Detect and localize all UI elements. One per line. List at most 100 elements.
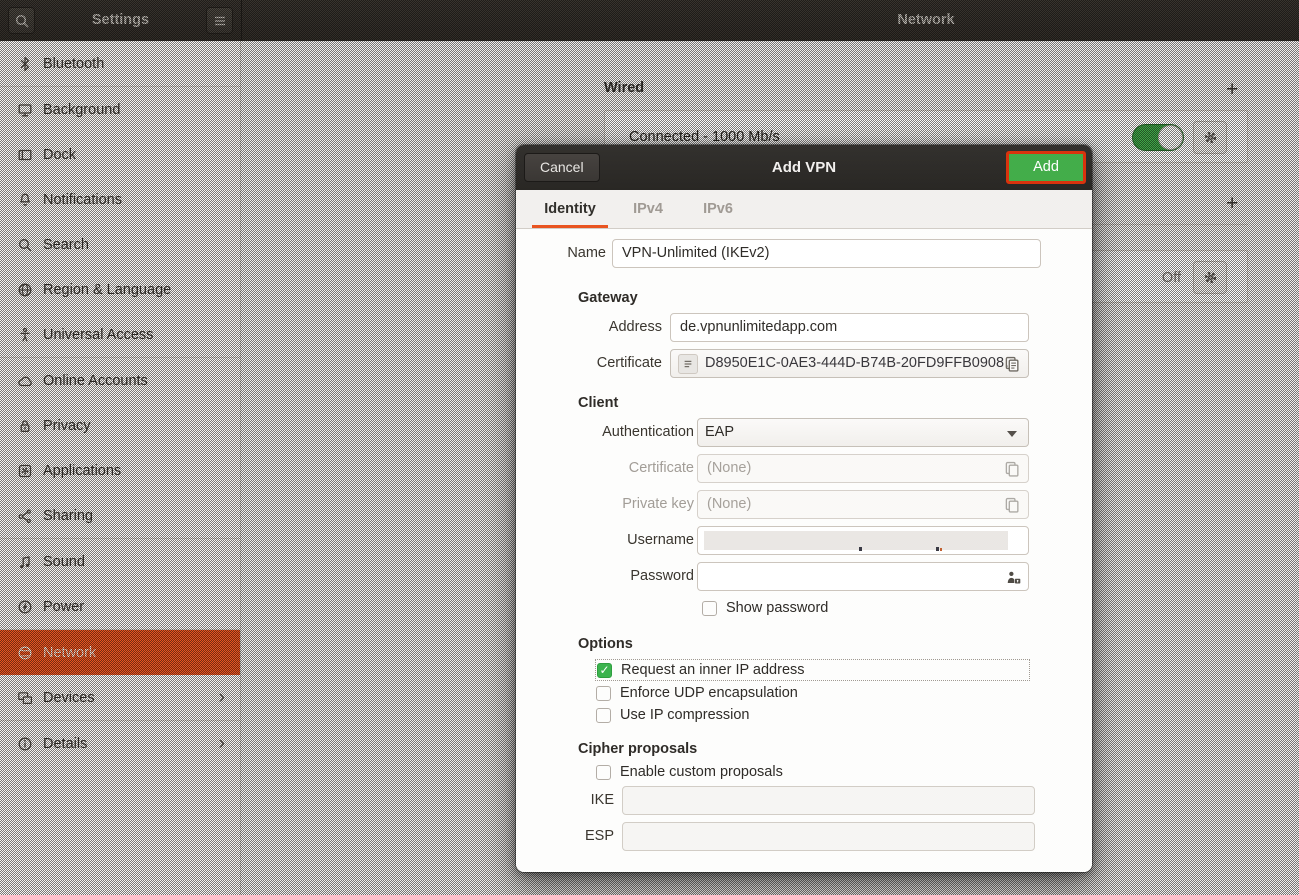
password-input[interactable] bbox=[697, 562, 1029, 591]
sidebar-item-network[interactable]: Network bbox=[0, 630, 240, 675]
authentication-select[interactable]: EAP bbox=[697, 418, 1029, 447]
unchecked-checkbox[interactable] bbox=[596, 686, 611, 701]
sidebar-item-background[interactable]: Background bbox=[0, 87, 240, 132]
username-label: Username bbox=[516, 532, 694, 548]
ike-input[interactable] bbox=[622, 786, 1035, 815]
add-vpn-button[interactable]: + bbox=[1226, 194, 1238, 214]
sidebar-item-label: Devices bbox=[43, 690, 95, 706]
unchecked-checkbox[interactable] bbox=[596, 708, 611, 723]
add-wired-button[interactable]: + bbox=[1226, 80, 1238, 100]
option-request-inner-ip[interactable]: Request an inner IP address bbox=[595, 659, 1030, 681]
enable-custom-proposals-row[interactable]: Enable custom proposals bbox=[596, 764, 783, 780]
sidebar-item-universal-access[interactable]: Universal Access bbox=[0, 312, 240, 357]
sidebar-item-details[interactable]: Details › bbox=[0, 721, 240, 766]
wired-section-heading: Wired bbox=[604, 80, 644, 96]
sidebar-item-label: Sound bbox=[43, 554, 85, 570]
dialog-headerbar: Add VPN Cancel Add bbox=[516, 145, 1092, 190]
sidebar: Bluetooth Background Dock Notifications … bbox=[0, 41, 241, 895]
document-icon bbox=[678, 354, 698, 374]
sidebar-item-sharing[interactable]: Sharing bbox=[0, 493, 240, 538]
show-password-checkbox[interactable] bbox=[702, 601, 717, 616]
sidebar-item-power[interactable]: Power bbox=[0, 584, 240, 629]
gateway-heading: Gateway bbox=[578, 290, 638, 306]
client-heading: Client bbox=[578, 395, 618, 411]
sidebar-item-devices[interactable]: Devices › bbox=[0, 675, 240, 720]
address-label: Address bbox=[516, 319, 662, 335]
universal-access-icon bbox=[17, 327, 33, 343]
dialog-tabs: Identity IPv4 IPv6 bbox=[516, 190, 1092, 229]
checked-checkbox[interactable] bbox=[597, 663, 612, 678]
sidebar-item-label: Power bbox=[43, 599, 84, 615]
sidebar-item-label: Bluetooth bbox=[43, 56, 104, 72]
gateway-certificate-label: Certificate bbox=[516, 355, 662, 371]
sidebar-item-online-accounts[interactable]: Online Accounts bbox=[0, 358, 240, 403]
sidebar-item-applications[interactable]: Applications bbox=[0, 448, 240, 493]
dock-icon bbox=[17, 147, 33, 163]
toggle-knob bbox=[1158, 125, 1183, 150]
add-vpn-dialog: Add VPN Cancel Add Identity IPv4 IPv6 Na… bbox=[516, 145, 1092, 872]
cipher-proposals-heading: Cipher proposals bbox=[578, 741, 697, 757]
unchecked-checkbox[interactable] bbox=[596, 765, 611, 780]
tab-ipv6[interactable]: IPv6 bbox=[688, 190, 748, 228]
sidebar-item-label: Notifications bbox=[43, 192, 122, 208]
network-panel-title: Network bbox=[897, 0, 954, 41]
details-icon bbox=[17, 736, 33, 752]
address-input[interactable]: de.vpnunlimitedapp.com bbox=[670, 313, 1029, 342]
option-ip-compression[interactable]: Use IP compression bbox=[596, 707, 749, 723]
cancel-button[interactable]: Cancel bbox=[524, 153, 600, 182]
sidebar-item-search[interactable]: Search bbox=[0, 222, 240, 267]
sound-icon bbox=[17, 554, 33, 570]
enable-custom-proposals-label: Enable custom proposals bbox=[620, 764, 783, 780]
gateway-certificate-chooser[interactable]: D8950E1C-0AE3-444D-B74B-20FD9FFB0908… bbox=[670, 349, 1029, 378]
sidebar-item-bluetooth[interactable]: Bluetooth bbox=[0, 41, 240, 86]
sidebar-item-label: Dock bbox=[43, 147, 76, 163]
text-fragment bbox=[859, 547, 862, 551]
name-label: Name bbox=[516, 245, 606, 261]
esp-input[interactable] bbox=[622, 822, 1035, 851]
sidebar-item-sound[interactable]: Sound bbox=[0, 539, 240, 584]
username-redaction-block bbox=[704, 531, 1008, 550]
username-input[interactable] bbox=[697, 526, 1029, 555]
proxy-settings-button[interactable] bbox=[1193, 261, 1227, 294]
sidebar-item-label: Background bbox=[43, 102, 120, 118]
options-heading: Options bbox=[578, 636, 633, 652]
sidebar-headerbar: Settings bbox=[0, 0, 242, 41]
sidebar-item-region-language[interactable]: Region & Language bbox=[0, 267, 240, 312]
tab-identity[interactable]: Identity bbox=[532, 190, 608, 228]
show-password-label: Show password bbox=[726, 600, 828, 616]
option-label: Enforce UDP encapsulation bbox=[620, 685, 798, 701]
sidebar-item-label: Search bbox=[43, 237, 89, 253]
option-enforce-udp[interactable]: Enforce UDP encapsulation bbox=[596, 685, 798, 701]
sidebar-item-privacy[interactable]: Privacy bbox=[0, 403, 240, 448]
clipboard-icon bbox=[1003, 496, 1021, 514]
private-key-value: (None) bbox=[707, 496, 751, 512]
gateway-certificate-value: D8950E1C-0AE3-444D-B74B-20FD9FFB0908… bbox=[705, 350, 1019, 377]
applications-icon bbox=[17, 463, 33, 479]
show-password-row[interactable]: Show password bbox=[702, 600, 828, 616]
wired-settings-button[interactable] bbox=[1193, 121, 1227, 154]
tab-ipv4[interactable]: IPv4 bbox=[618, 190, 678, 228]
bluetooth-icon bbox=[17, 56, 33, 72]
esp-label: ESP bbox=[516, 828, 614, 844]
sidebar-item-label: Details bbox=[43, 736, 87, 752]
name-input[interactable]: VPN-Unlimited (IKEv2) bbox=[612, 239, 1041, 268]
password-auth-icon[interactable] bbox=[1005, 569, 1022, 586]
gear-icon bbox=[1202, 129, 1219, 146]
proxy-status: Off bbox=[1162, 251, 1181, 304]
sharing-icon bbox=[17, 508, 33, 524]
chevron-down-icon bbox=[1007, 431, 1017, 437]
privacy-icon bbox=[17, 418, 33, 434]
add-button[interactable]: Add bbox=[1006, 151, 1086, 184]
hamburger-icon bbox=[212, 13, 228, 29]
chevron-right-icon: › bbox=[219, 734, 225, 753]
sidebar-item-notifications[interactable]: Notifications bbox=[0, 177, 240, 222]
menu-button[interactable] bbox=[206, 7, 233, 34]
clipboard-icon bbox=[1003, 355, 1021, 373]
sidebar-item-label: Sharing bbox=[43, 508, 93, 524]
authentication-value: EAP bbox=[705, 419, 734, 446]
sidebar-item-dock[interactable]: Dock bbox=[0, 132, 240, 177]
password-label: Password bbox=[516, 568, 694, 584]
power-icon bbox=[17, 599, 33, 615]
wired-toggle[interactable] bbox=[1132, 124, 1184, 151]
devices-icon bbox=[17, 690, 33, 706]
